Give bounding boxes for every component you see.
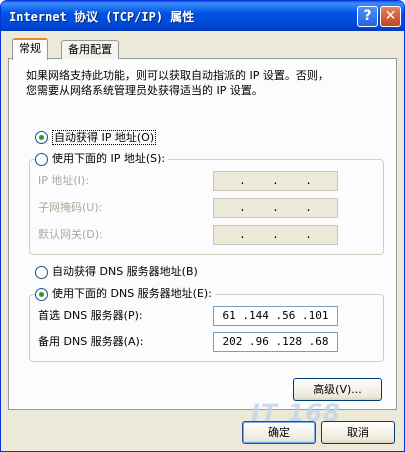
default-gateway-label: 默认网关(D):	[38, 228, 103, 241]
alternate-dns-label: 备用 DNS 服务器(A):	[38, 335, 144, 348]
radio-indicator-auto-dns[interactable]	[35, 265, 48, 279]
subnet-mask-label: 子网掩码(U):	[38, 201, 103, 214]
alternate-dns-field[interactable]: 202 .96 .128 .68	[213, 332, 338, 352]
radio-auto-dns[interactable]: 自动获得 DNS 服务器地址(B)	[35, 264, 201, 280]
subnet-mask-field: . . .	[213, 198, 338, 218]
tcpip-properties-dialog: Internet 协议 (TCP/IP) 属性 ? ✕ 常规 备用配置 如果网络…	[0, 0, 405, 452]
radio-manual-dns[interactable]: 使用下面的 DNS 服务器地址(E):	[35, 286, 215, 302]
ok-button[interactable]: 确定	[242, 421, 316, 444]
help-button[interactable]: ?	[357, 6, 378, 27]
description-text: 如果网络支持此功能，则可以获取自动指派的 IP 设置。否则， 您需要从网络系统管…	[26, 68, 381, 98]
ip-address-field: . . .	[213, 171, 338, 191]
description-line: 如果网络支持此功能，则可以获取自动指派的 IP 设置。否则，	[26, 69, 329, 82]
radio-label-auto-ip: 自动获得 IP 地址(O)	[52, 129, 157, 145]
radio-indicator-auto-ip[interactable]	[35, 130, 48, 144]
title-bar[interactable]: Internet 协议 (TCP/IP) 属性 ? ✕	[1, 1, 404, 31]
advanced-button[interactable]: 高级(V)...	[293, 378, 382, 401]
default-gateway-field: . . .	[213, 225, 338, 245]
radio-label-auto-dns: 自动获得 DNS 服务器地址(B)	[52, 265, 198, 278]
preferred-dns-field[interactable]: 61 .144 .56 .101	[213, 306, 338, 326]
radio-label-manual-dns: 使用下面的 DNS 服务器地址(E):	[52, 287, 212, 300]
radio-auto-ip[interactable]: 自动获得 IP 地址(O)	[35, 129, 160, 145]
cancel-button[interactable]: 取消	[321, 421, 395, 444]
ip-address-label: IP 地址(I):	[38, 174, 89, 187]
close-button[interactable]: ✕	[380, 6, 401, 27]
radio-manual-ip[interactable]: 使用下面的 IP 地址(S):	[35, 151, 169, 167]
tab-general[interactable]: 常规	[12, 38, 48, 60]
description-line: 您需要从网络系统管理员处获得适当的 IP 设置。	[26, 84, 263, 97]
window-title: Internet 协议 (TCP/IP) 属性	[9, 10, 195, 24]
radio-indicator-manual-dns[interactable]	[35, 287, 48, 301]
radio-label-manual-ip: 使用下面的 IP 地址(S):	[52, 152, 166, 165]
preferred-dns-label: 首选 DNS 服务器(P):	[38, 309, 143, 322]
radio-indicator-manual-ip[interactable]	[35, 152, 48, 166]
tab-alternate-configuration[interactable]: 备用配置	[61, 40, 119, 59]
